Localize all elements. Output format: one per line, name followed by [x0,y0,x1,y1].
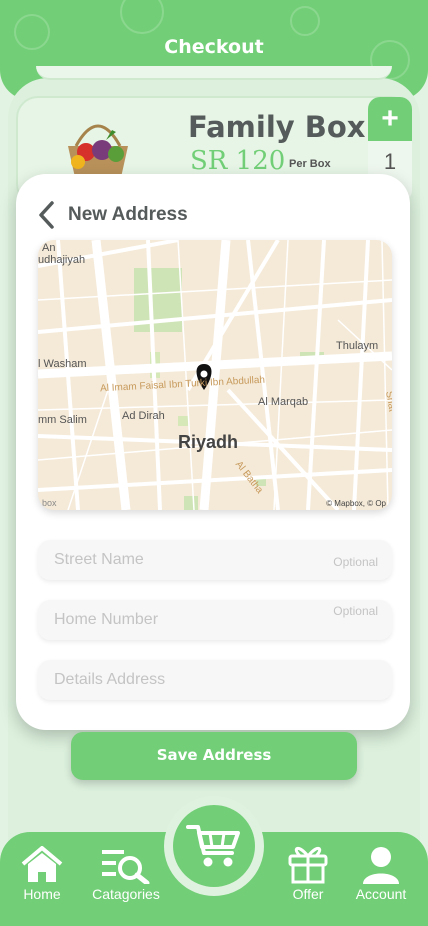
cart-icon [186,825,240,867]
product-unit: Per Box [289,158,331,170]
chevron-left-icon[interactable] [36,200,56,230]
home-icon [21,846,63,882]
nav-categories[interactable]: Catagories [90,846,162,902]
family-box-image [68,124,128,182]
quantity-value: 1 [383,149,397,174]
map-label: Al Marqab [258,396,309,408]
nav-categories-label: Catagories [92,886,160,902]
optional-hint: Optional [333,604,378,618]
map-city-label: Riyadh [178,432,239,452]
new-address-dialog: New Address An udhajiyah l Washam Thulay… [16,174,410,730]
user-icon [363,847,399,884]
cart-button[interactable] [164,796,264,896]
location-map[interactable]: An udhajiyah l Washam Thulaym Al Imam Fa… [38,240,392,510]
details-address-input[interactable] [38,660,392,700]
map-label: Ad Dirah [122,410,165,422]
home-number-field: Optional [38,600,392,640]
dialog-title: New Address [68,204,188,225]
map-attribution[interactable]: © Mapbox, © Op [326,499,386,508]
map-label: Thulaym [336,340,379,352]
category-search-icon [102,850,150,884]
details-address-field [38,660,392,700]
optional-hint: Optional [333,555,378,569]
map-label: udhajiyah [38,254,86,266]
vegetable-doodle [120,0,164,34]
map-label: mm Salim [38,414,87,426]
street-name-field: Optional [38,540,392,580]
previous-product-card [36,66,392,80]
nav-offer[interactable]: Offer [286,846,330,902]
map-label: An [42,242,56,254]
product-price: SR 120 [190,146,286,176]
map-label: l Washam [38,358,87,370]
nav-account-label: Account [355,886,407,902]
nav-home-label: Home [23,886,61,902]
increase-quantity-button[interactable]: + [368,97,412,141]
map-streets [38,240,392,510]
gift-icon [288,847,328,884]
product-name: Family Box [188,110,366,144]
save-address-button[interactable]: Save Address [71,732,357,780]
nav-account[interactable]: Account [352,846,410,902]
vegetable-doodle [290,6,320,36]
page-title: Checkout [164,36,264,58]
nav-home[interactable]: Home [20,846,64,902]
mapbox-logo: box [42,498,57,508]
nav-offer-label: Offer [292,886,324,902]
